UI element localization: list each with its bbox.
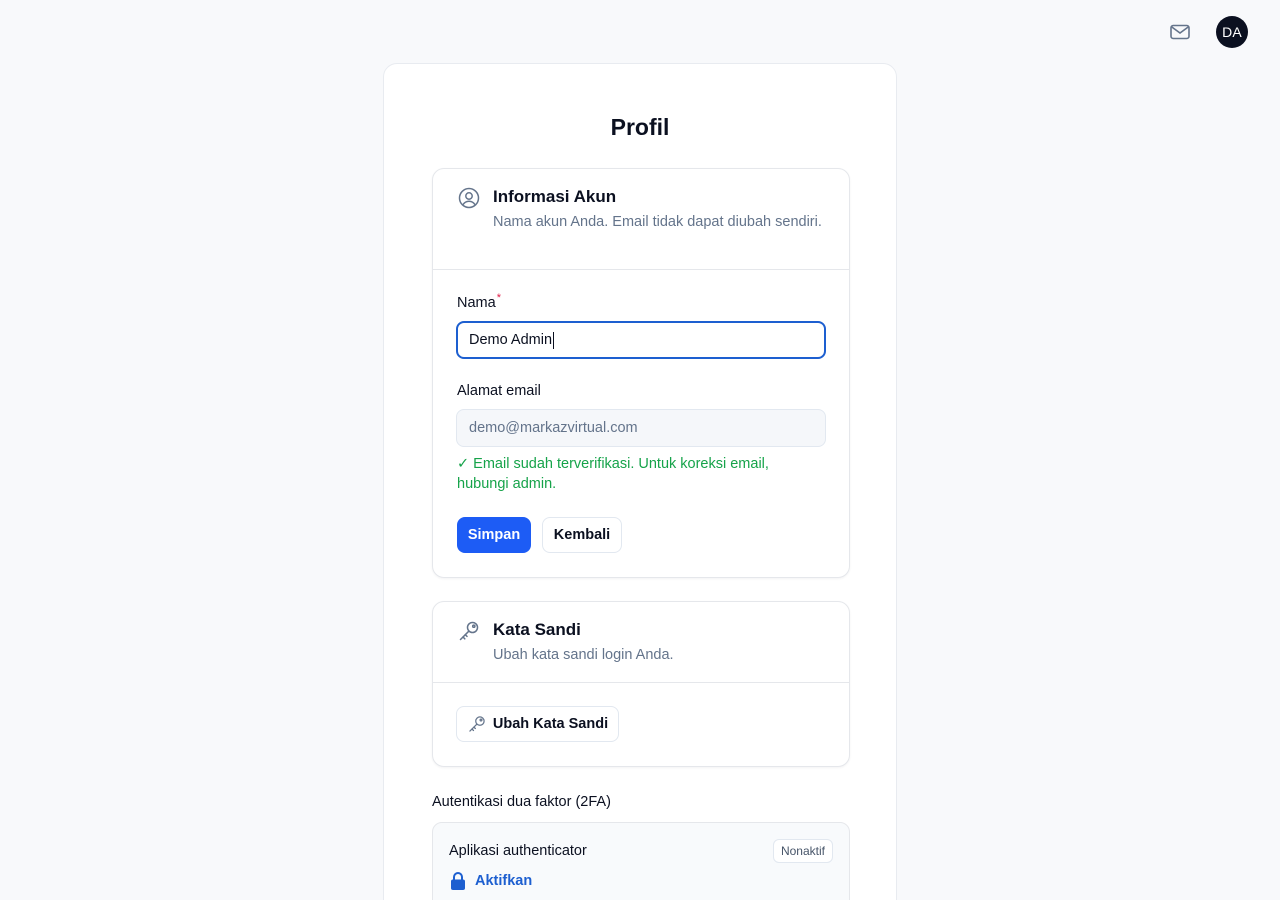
password-section: Kata Sandi Ubah kata sandi login Anda. U… — [432, 601, 850, 767]
twofa-title: Autentikasi dua faktor (2FA) — [432, 794, 611, 810]
section-description: Nama akun Anda. Email tidak dapat diubah… — [493, 214, 822, 230]
profile-card: Profil Informasi Akun Nama akun Anda. Em… — [383, 63, 897, 900]
avatar[interactable]: DA — [1216, 16, 1248, 48]
key-icon — [459, 621, 479, 641]
email-verified-note: ✓ Email sudah terverifikasi. Untuk korek… — [457, 456, 769, 492]
email-field[interactable]: demo@markazvirtual.com — [456, 409, 826, 447]
section-title: Kata Sandi — [493, 620, 581, 639]
key-icon — [469, 716, 485, 732]
account-info-section: Informasi Akun Nama akun Anda. Email tid… — [432, 168, 850, 578]
name-input[interactable]: Demo Admin — [456, 321, 826, 359]
save-button[interactable]: Simpan — [457, 517, 531, 553]
authenticator-app-label: Aplikasi authenticator — [449, 843, 587, 859]
lock-icon — [451, 872, 465, 890]
section-description: Ubah kata sandi login Anda. — [493, 647, 674, 663]
change-password-button[interactable]: Ubah Kata Sandi — [456, 706, 619, 742]
section-title: Informasi Akun — [493, 187, 617, 206]
mail-icon[interactable] — [1168, 20, 1192, 44]
status-badge: Nonaktif — [772, 839, 833, 863]
email-label: Alamat email — [457, 383, 541, 399]
activate-2fa-link[interactable]: Aktifkan — [449, 871, 532, 891]
text-caret — [553, 331, 555, 349]
divider — [433, 269, 849, 270]
page-title: Profil — [610, 114, 670, 140]
divider — [433, 682, 849, 683]
required-mark: * — [496, 292, 501, 304]
user-circle-icon — [458, 187, 480, 209]
twofa-authenticator-card: Aplikasi authenticator Nonaktif Aktifkan — [432, 822, 850, 900]
back-button[interactable]: Kembali — [542, 517, 622, 553]
name-label: Nama* — [457, 292, 501, 311]
